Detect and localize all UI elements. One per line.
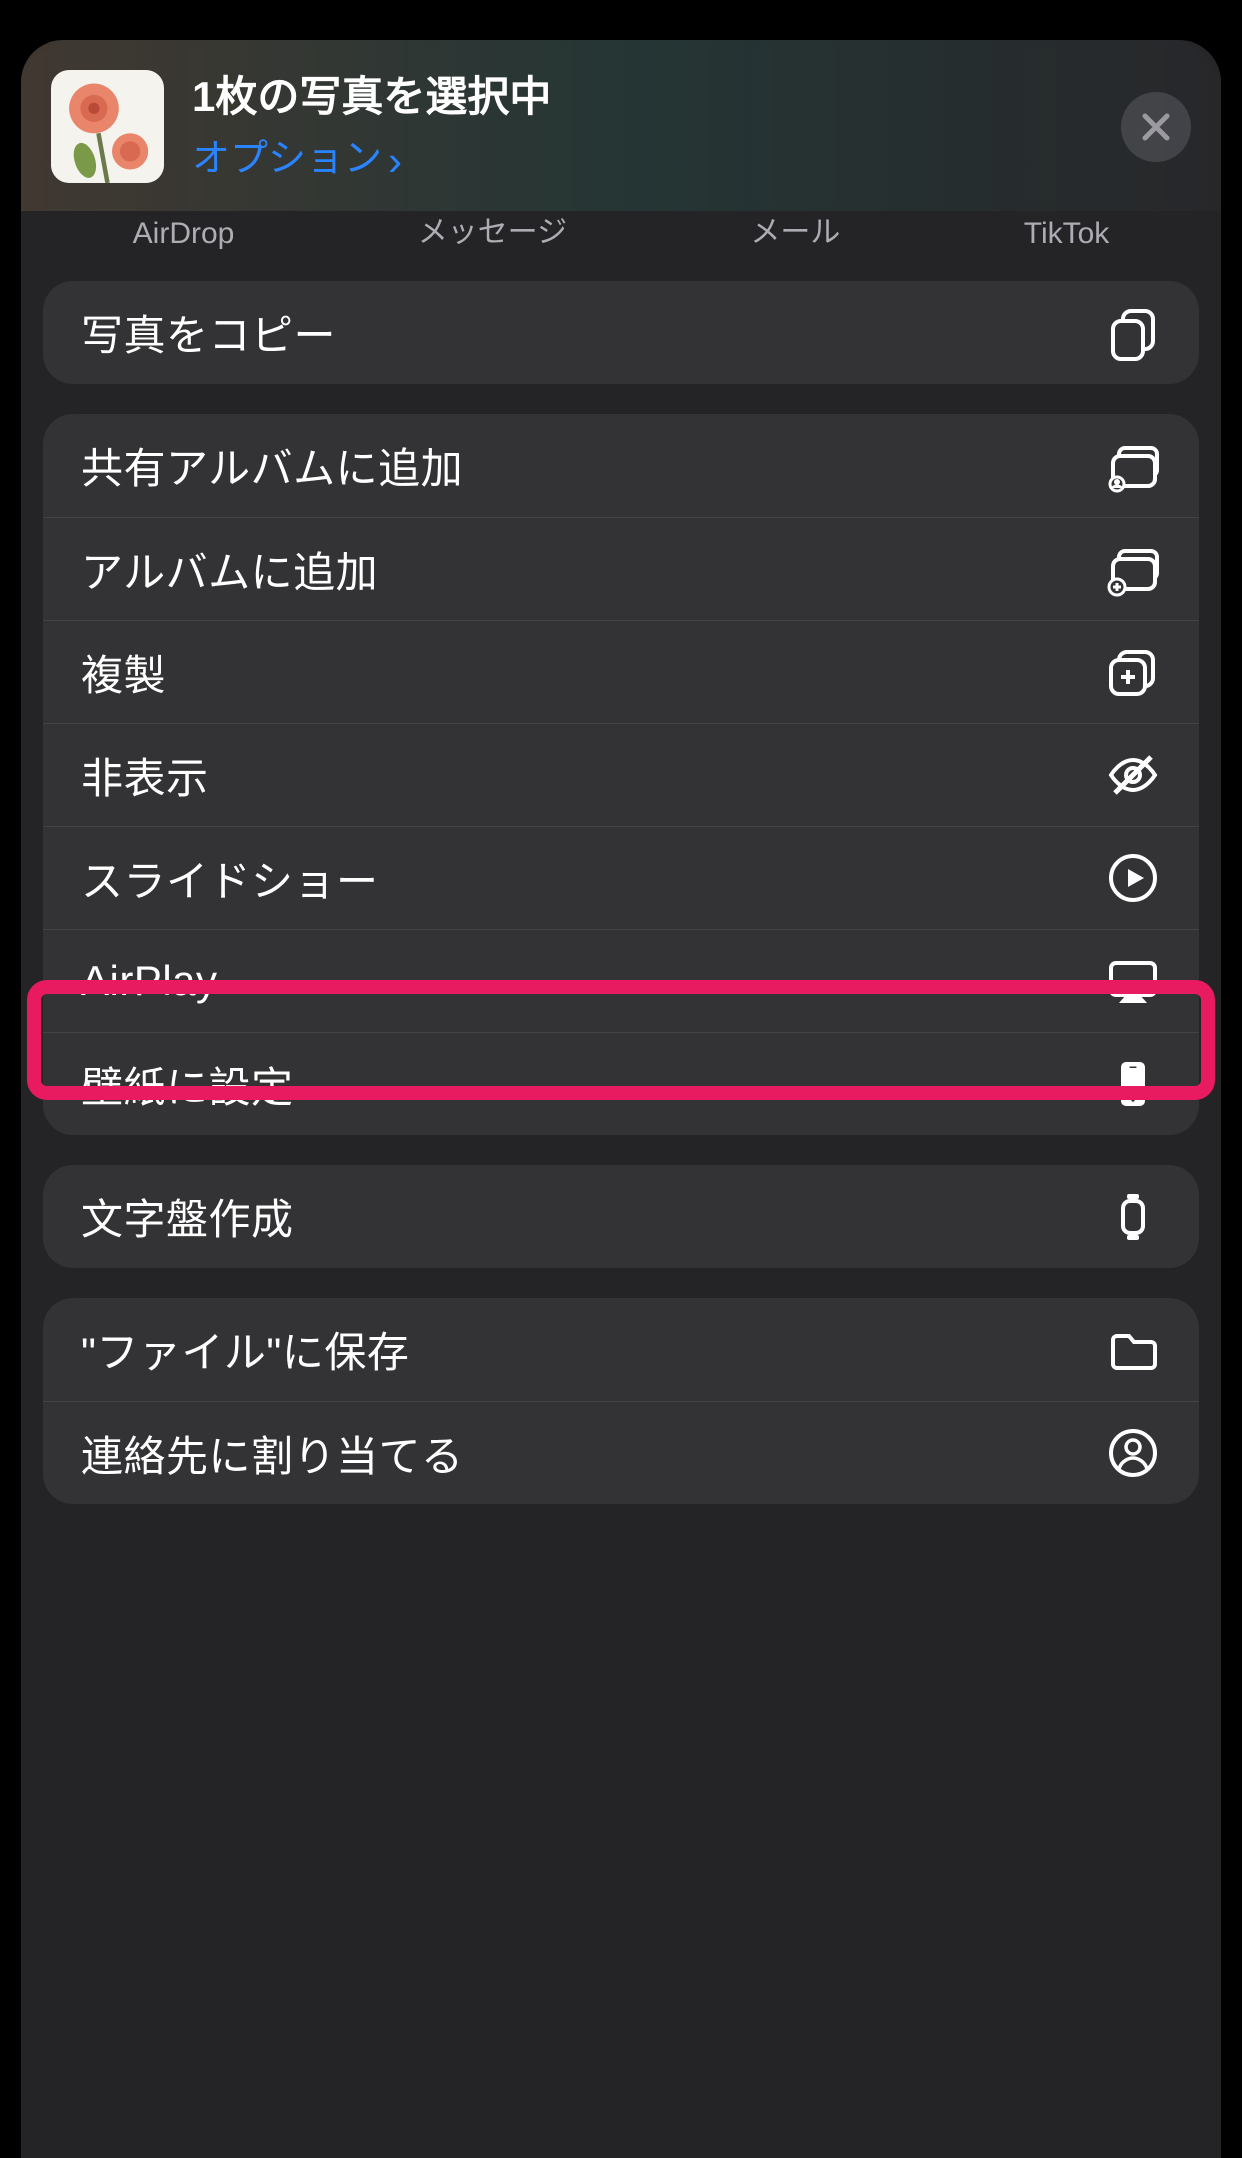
person-circle-icon [1105,1425,1161,1481]
share-apps-row: AirDrop メッセージ メール TikTok [21,211,1221,251]
add-album-icon [1105,541,1161,597]
action-add-shared-album[interactable]: 共有アルバムに追加 [43,414,1199,517]
duplicate-icon [1105,644,1161,700]
action-duplicate[interactable]: 複製 [43,620,1199,723]
action-assign-contact[interactable]: 連絡先に割り当てる [43,1401,1199,1504]
action-slideshow[interactable]: スライドショー [43,826,1199,929]
eye-off-icon [1105,747,1161,803]
action-set-wallpaper[interactable]: 壁紙に設定 [43,1032,1199,1135]
share-app-messages[interactable]: メッセージ [418,207,567,251]
share-app-airdrop[interactable]: AirDrop [133,217,235,251]
share-app-tiktok[interactable]: TikTok [1024,217,1110,251]
folder-icon [1105,1322,1161,1378]
share-sheet-header: 1枚の写真を選択中 オプション› [21,40,1221,211]
action-label: 壁紙に設定 [81,1054,294,1115]
action-airplay[interactable]: AirPlay [43,929,1199,1032]
action-label: "ファイル"に保存 [81,1319,409,1380]
header-title: 1枚の写真を選択中 [192,71,1121,124]
action-group-watch: 文字盤作成 [43,1165,1199,1268]
action-group-main: 共有アルバムに追加 アルバムに追加 複製 非表示 スライドショー AirPlay [43,414,1199,1135]
share-app-mail[interactable]: メール [750,207,840,251]
action-label: 文字盤作成 [81,1186,294,1247]
photo-thumbnail [51,70,164,183]
action-label: 写真をコピー [81,302,336,363]
play-circle-icon [1105,850,1161,906]
action-label: 連絡先に割り当てる [81,1423,464,1484]
action-label: 共有アルバムに追加 [81,435,463,496]
airplay-icon [1105,953,1161,1009]
action-label: 非表示 [81,745,209,806]
actions-list: 写真をコピー 共有アルバムに追加 アルバムに追加 複製 非表示 スラ [21,281,1221,1504]
action-label: AirPlay [81,957,218,1005]
close-icon [1139,110,1173,144]
watch-icon [1105,1189,1161,1245]
action-group-copy: 写真をコピー [43,281,1199,384]
chevron-right-icon: › [388,137,402,184]
action-add-album[interactable]: アルバムに追加 [43,517,1199,620]
close-button[interactable] [1121,92,1191,162]
action-create-watchface[interactable]: 文字盤作成 [43,1165,1199,1268]
copy-icon [1105,305,1161,361]
share-sheet: 1枚の写真を選択中 オプション› AirDrop メッセージ メール TikTo… [21,40,1221,2158]
iphone-icon [1105,1056,1161,1112]
action-save-to-files[interactable]: "ファイル"に保存 [43,1298,1199,1401]
action-label: スライドショー [81,848,379,909]
action-group-files: "ファイル"に保存 連絡先に割り当てる [43,1298,1199,1504]
action-label: アルバムに追加 [81,539,378,600]
action-label: 複製 [81,642,166,703]
options-button[interactable]: オプション› [192,127,1121,182]
shared-album-icon [1105,438,1161,494]
action-hide[interactable]: 非表示 [43,723,1199,826]
options-label: オプション [192,138,382,180]
header-text: 1枚の写真を選択中 オプション› [192,71,1121,183]
action-copy-photo[interactable]: 写真をコピー [43,281,1199,384]
